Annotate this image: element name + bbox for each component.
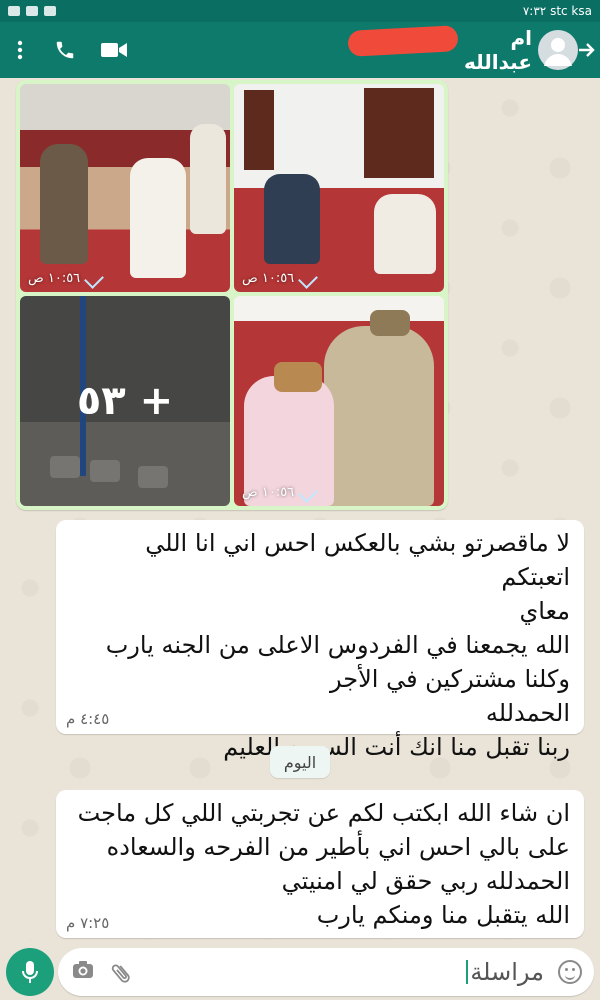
message-time: ٤:٤٥ م: [66, 710, 110, 728]
text-cursor: [466, 960, 469, 984]
photo-tile[interactable]: ١٠:٥٦ ص: [234, 84, 444, 292]
message-line: وكلنا مشتركين في الأجر: [330, 665, 570, 693]
bluetooth-icon: [44, 6, 56, 16]
incoming-message[interactable]: ان شاء الله ابكتب لكم عن تجربتي اللي كل …: [56, 790, 584, 938]
message-line: الحمدلله ربي حقق لي امنيتي: [281, 867, 570, 895]
photo-tile-more[interactable]: ٥٣ +: [20, 296, 230, 506]
message-line: لا ماقصرتو بشي بالعكس احس اني انا اللي ا…: [145, 529, 570, 591]
message-line: على بالي احس اني بأطير من الفرحه والسعاد…: [106, 833, 570, 861]
status-left-icons: [8, 6, 56, 16]
wifi-icon: [26, 6, 38, 16]
chat-header: ام عبدالله: [0, 22, 600, 78]
read-ticks-icon: [298, 482, 319, 503]
media-album[interactable]: ١٠:٥٦ ص ١٠:٥٦ ص ٥٣ + ١٠:٥٦ ص: [16, 80, 448, 510]
photo-time: ١٠:٥٦ ص: [242, 485, 295, 500]
message-line: الله يجمعنا في الفردوس الاعلى من الجنه ي…: [105, 631, 570, 659]
video-call-icon[interactable]: [98, 36, 130, 64]
photo-time: ١٠:٥٦ ص: [28, 271, 81, 286]
back-arrow-icon[interactable]: [576, 38, 596, 62]
message-line: معاي: [519, 597, 570, 625]
message-line: الحمدلله: [485, 699, 570, 727]
incoming-message[interactable]: لا ماقصرتو بشي بالعكس احس اني انا اللي ا…: [56, 520, 584, 761]
message-line: ان شاء الله ابكتب لكم عن تجربتي اللي كل …: [77, 799, 570, 827]
more-photos-count: ٥٣ +: [20, 296, 230, 506]
status-bar: ٧:٣٢ stc ksa: [0, 0, 600, 22]
photo-time: ١٠:٥٦ ص: [242, 271, 295, 286]
message-input-placeholder: مراسلة: [470, 958, 544, 986]
message-time: ٧:٢٥ م: [66, 914, 110, 932]
read-ticks-icon: [298, 268, 319, 289]
date-chip: اليوم: [270, 746, 330, 778]
photo-tile[interactable]: ١٠:٥٦ ص: [20, 84, 230, 292]
contact-name[interactable]: ام عبدالله: [440, 26, 532, 74]
camera-icon[interactable]: [72, 960, 94, 984]
message-input[interactable]: مراسلة: [344, 954, 544, 990]
photo-tile[interactable]: ١٠:٥٦ ص: [234, 296, 444, 506]
more-menu-icon[interactable]: [8, 38, 32, 62]
avatar[interactable]: [538, 30, 578, 70]
read-ticks-icon: [84, 268, 105, 289]
voice-call-icon[interactable]: [50, 36, 80, 64]
attach-icon[interactable]: [109, 959, 138, 989]
mic-icon: [22, 961, 38, 983]
message-line: الله يتقبل منا ومنكم يارب: [316, 901, 570, 929]
signal-icon: [8, 6, 20, 16]
emoji-icon[interactable]: [558, 960, 582, 984]
message-composer: مراسلة: [58, 948, 594, 996]
status-right-text: ٧:٣٢ stc ksa: [522, 4, 592, 18]
mic-button[interactable]: [6, 948, 54, 996]
